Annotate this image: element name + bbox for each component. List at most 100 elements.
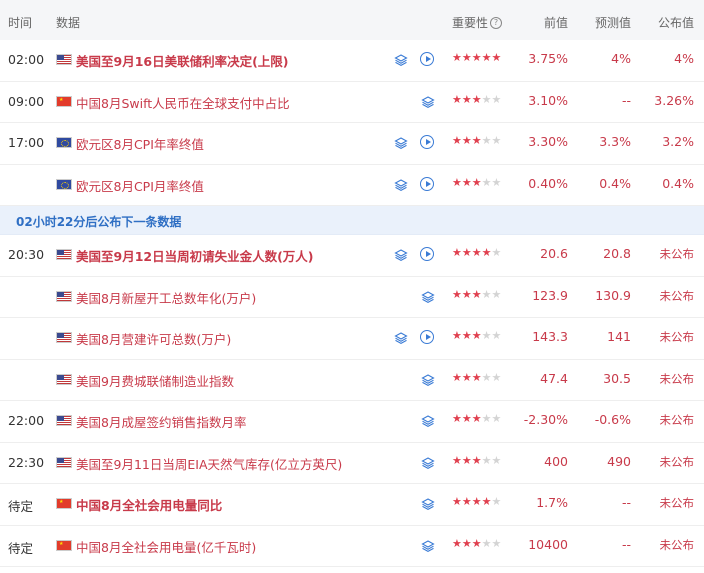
importance-stars: ★★★★★ — [452, 287, 502, 301]
play-icon[interactable] — [420, 247, 434, 261]
play-icon[interactable] — [420, 330, 434, 344]
row-forecast: 30.5 — [603, 370, 631, 386]
us-flag-icon — [56, 54, 72, 65]
header-previous: 前值 — [543, 16, 568, 30]
table-row[interactable]: 美国8月营建许可总数(万户) ★★★★★ 143.3 141 未公布 — [0, 318, 704, 360]
row-indicator-name[interactable]: 中国8月全社会用电量(亿千瓦时) — [76, 537, 256, 556]
us-flag-icon — [56, 415, 72, 426]
economic-calendar-table: 时间 数据 重要性 ? 前值 预测值 公布值 02:00 美国至9月16日美联储利… — [0, 0, 704, 567]
row-previous: 143.3 — [532, 329, 568, 344]
layers-icon[interactable] — [421, 497, 435, 511]
table-row[interactable]: 待定 ★ 中国8月全社会用电量(亿千瓦时) ★★★★★ 10400 -- 未公布 — [0, 526, 704, 567]
play-icon[interactable] — [420, 176, 434, 191]
layers-icon[interactable] — [421, 95, 435, 109]
layers-icon[interactable] — [394, 136, 408, 150]
row-indicator-name[interactable]: 美国8月新屋开工总数年化(万户) — [76, 288, 256, 307]
play-icon[interactable] — [420, 135, 434, 149]
row-forecast: -0.6% — [594, 412, 631, 427]
row-time: 17:00 — [8, 135, 45, 150]
row-actual: 3.26% — [654, 92, 694, 108]
row-previous: 0.40% — [528, 175, 568, 191]
importance-stars: ★★★★★ — [452, 246, 502, 259]
layers-icon[interactable] — [421, 373, 435, 387]
row-indicator-name[interactable]: 美国至9月16日美联储利率决定(上限) — [76, 51, 289, 70]
row-indicator-name[interactable]: 欧元区8月CPI月率终值 — [76, 176, 204, 195]
layers-icon[interactable] — [421, 414, 435, 428]
header-forecast: 预测值 — [594, 16, 631, 30]
table-row[interactable]: 美国9月费城联储制造业指数 ★★★★★ 47.4 30.5 未公布 — [0, 360, 704, 401]
row-time: 22:30 — [8, 454, 45, 470]
row-time: 22:00 — [8, 413, 45, 428]
eu-flag-icon — [56, 178, 72, 190]
table-header: 时间 数据 重要性 ? 前值 预测值 公布值 — [0, 0, 704, 40]
china-flag-icon: ★ — [56, 539, 72, 551]
row-time: 20:30 — [8, 247, 45, 262]
layers-icon[interactable] — [394, 53, 408, 67]
row-actual: 未公布 — [659, 454, 695, 469]
row-forecast: 3.3% — [599, 134, 631, 149]
row-actual: 未公布 — [659, 330, 695, 344]
importance-stars: ★★★★★ — [452, 370, 502, 384]
layers-icon[interactable] — [421, 539, 435, 553]
row-actual: 未公布 — [659, 288, 695, 303]
table-row[interactable]: 02:00 美国至9月16日美联储利率决定(上限) ★★★★★ 3.75% 4% 4% — [0, 40, 704, 82]
row-forecast: -- — [621, 536, 631, 552]
row-time: 待定 — [8, 499, 34, 514]
row-indicator-name[interactable]: 美国9月费城联储制造业指数 — [76, 371, 234, 390]
row-actual: 未公布 — [659, 371, 695, 386]
eu-flag-icon — [56, 137, 72, 148]
row-forecast: 130.9 — [595, 287, 631, 303]
row-actual: 未公布 — [659, 247, 695, 261]
importance-stars: ★★★★★ — [452, 453, 502, 467]
table-row[interactable]: 欧元区8月CPI月率终值 ★★★★★ 0.40% 0.4% 0.4% — [0, 165, 704, 206]
row-actual: 0.4% — [662, 175, 694, 191]
row-indicator-name[interactable]: 美国8月成屋签约销售指数月率 — [76, 412, 246, 431]
question-icon[interactable]: ? — [490, 16, 503, 29]
row-previous: 3.75% — [528, 51, 568, 66]
layers-icon[interactable] — [394, 178, 408, 192]
row-time: 09:00 — [8, 93, 45, 109]
header-time: 时间 — [8, 16, 33, 30]
us-flag-icon — [56, 290, 72, 302]
header-data: 数据 — [56, 16, 81, 30]
row-actual: 3.2% — [662, 134, 694, 149]
header-importance: 重要性 ? — [452, 14, 503, 31]
layers-icon[interactable] — [421, 456, 435, 470]
row-indicator-name[interactable]: 欧元区8月CPI年率终值 — [76, 134, 204, 153]
table-row[interactable]: 22:00 美国8月成屋签约销售指数月率 ★★★★★ -2.30% -0.6% 未公布 — [0, 401, 704, 443]
row-indicator-name[interactable]: 美国至9月11日当周EIA天然气库存(亿立方英尺) — [76, 454, 342, 473]
row-time: 02:00 — [8, 52, 45, 67]
row-indicator-name[interactable]: 中国8月全社会用电量同比 — [76, 495, 222, 514]
row-indicator-name[interactable]: 中国8月Swift人民币在全球支付中占比 — [76, 93, 290, 112]
layers-icon[interactable] — [421, 290, 435, 304]
row-forecast: 141 — [607, 329, 631, 344]
row-actual: 未公布 — [659, 537, 695, 552]
table-row[interactable]: 17:00 欧元区8月CPI年率终值 ★★★★★ 3.30% 3.3% 3.2% — [0, 123, 704, 165]
layers-icon[interactable] — [394, 331, 408, 345]
table-row[interactable]: 22:30 美国至9月11日当周EIA天然气库存(亿立方英尺) ★★★★★ 400 49… — [0, 443, 704, 484]
importance-stars: ★★★★★ — [452, 134, 502, 147]
row-actual: 未公布 — [659, 413, 695, 427]
row-forecast: 0.4% — [599, 175, 631, 191]
row-forecast: -- — [621, 92, 631, 108]
table-row[interactable]: 20:30 美国至9月12日当周初请失业金人数(万人) ★★★★★ 20.6 20.8 未… — [0, 235, 704, 277]
row-previous: 47.4 — [540, 370, 568, 386]
table-row[interactable]: 美国8月新屋开工总数年化(万户) ★★★★★ 123.9 130.9 未公布 — [0, 277, 704, 318]
us-flag-icon — [56, 332, 72, 343]
row-previous: 10400 — [528, 536, 568, 552]
row-indicator-name[interactable]: 美国8月营建许可总数(万户) — [76, 329, 231, 348]
row-forecast: 4% — [611, 51, 631, 66]
row-actual: 4% — [674, 51, 694, 66]
layers-icon[interactable] — [394, 248, 408, 262]
table-row[interactable]: 09:00 ★ 中国8月Swift人民币在全球支付中占比 ★★★★★ 3.10% -- 3.… — [0, 82, 704, 123]
row-previous: -2.30% — [523, 412, 568, 427]
rows-group-after-banner: 20:30 美国至9月12日当周初请失业金人数(万人) ★★★★★ 20.6 20.8 未… — [0, 235, 704, 567]
row-indicator-name[interactable]: 美国至9月12日当周初请失业金人数(万人) — [76, 246, 314, 265]
play-icon[interactable] — [420, 52, 434, 66]
row-previous: 400 — [544, 453, 568, 469]
row-time: 待定 — [8, 540, 34, 556]
china-flag-icon: ★ — [56, 95, 72, 107]
header-importance-label: 重要性 — [452, 16, 489, 30]
table-row[interactable]: 待定 ★ 中国8月全社会用电量同比 ★★★★★ 1.7% -- 未公布 — [0, 484, 704, 526]
importance-stars: ★★★★★ — [452, 92, 502, 106]
